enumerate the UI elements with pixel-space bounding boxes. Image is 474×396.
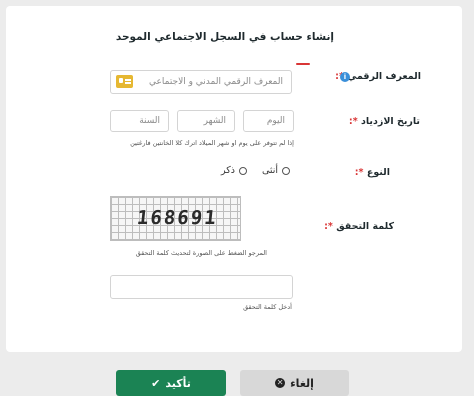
gender-female-option[interactable]: أنثى	[262, 165, 291, 176]
male-radio[interactable]	[239, 166, 247, 175]
check-icon: ✔	[151, 376, 161, 390]
form-card	[6, 6, 462, 352]
captcha-input[interactable]	[110, 275, 293, 299]
title-underline	[296, 63, 310, 65]
national-id-label-text: المعرف الرقمي	[347, 71, 421, 82]
captcha-code: 168691	[135, 207, 219, 229]
captcha-image[interactable]: 168691	[110, 196, 241, 241]
page-title: إنشاء حساب في السجل الاجتماعي الموحد	[115, 31, 334, 43]
id-card-icon	[116, 75, 133, 88]
captcha-refresh-hint: المرجو الضغط على الصورة لتحديث كلمة التح…	[135, 249, 267, 257]
male-label: ذكر	[221, 165, 235, 176]
captcha-input-hint: أدخل كلمة التحقق	[243, 303, 292, 311]
birth-day-input[interactable]	[243, 110, 294, 132]
captcha-label-text: كلمة التحقق	[336, 221, 394, 232]
close-circle-icon: ✕	[275, 378, 286, 388]
birth-date-label: تاريخ الازدياد *:	[349, 116, 420, 127]
confirm-label: تأكيد	[165, 376, 191, 390]
gender-label: النوع *:	[355, 167, 390, 178]
national-id-input[interactable]	[110, 70, 292, 94]
required-mark: *:	[324, 221, 333, 232]
info-icon[interactable]: i	[340, 72, 350, 82]
required-mark: *:	[348, 116, 358, 127]
confirm-button[interactable]: تأكيد ✔	[116, 370, 226, 396]
required-mark: *:	[354, 167, 364, 178]
cancel-label: إلغاء	[290, 376, 314, 390]
female-radio[interactable]	[282, 166, 291, 175]
gender-male-option[interactable]: ذكر	[221, 165, 247, 176]
birth-month-input[interactable]	[177, 110, 235, 132]
birth-date-label-text: تاريخ الازدياد	[360, 116, 420, 127]
female-label: أنثى	[262, 165, 279, 176]
birth-year-input[interactable]	[110, 110, 169, 132]
captcha-label: كلمة التحقق *:	[324, 221, 394, 232]
cancel-button[interactable]: إلغاء ✕	[240, 370, 349, 396]
gender-label-text: النوع	[366, 167, 390, 178]
birth-date-hint: إذا لم تتوفر على يوم او شهر الميلاد اترك…	[130, 139, 294, 147]
